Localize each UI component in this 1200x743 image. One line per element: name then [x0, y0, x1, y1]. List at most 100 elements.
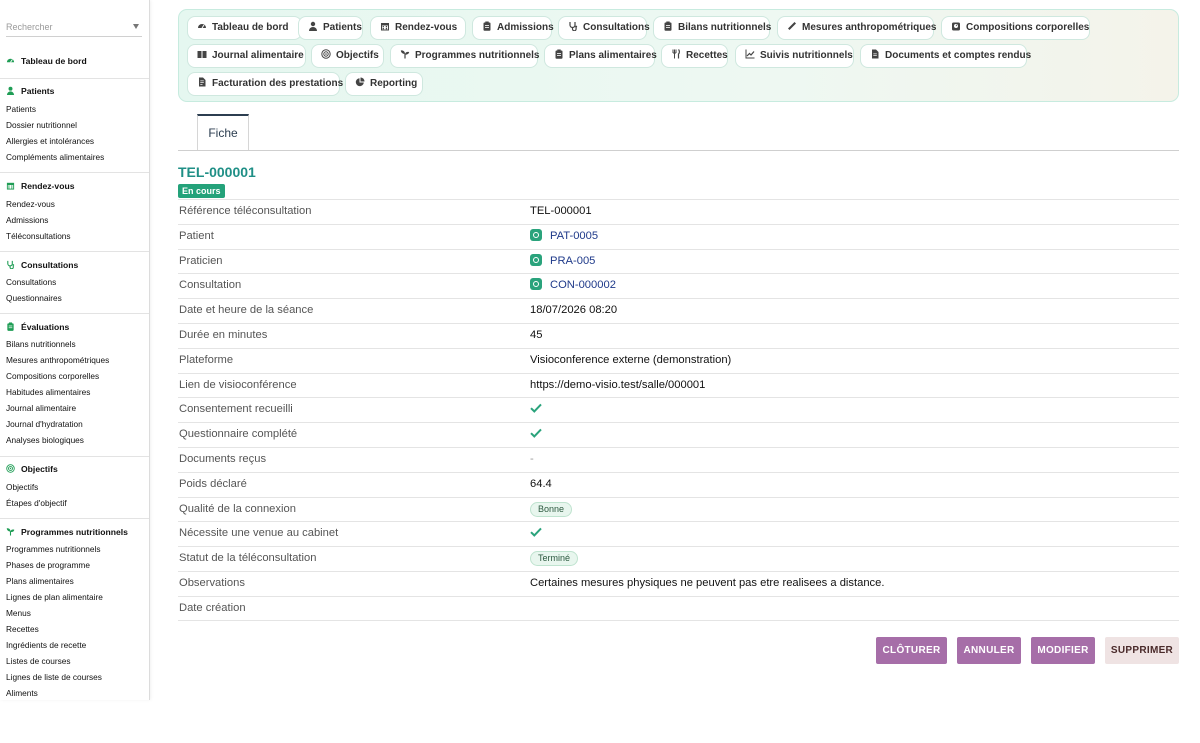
sidebar-item[interactable]: Aliments: [6, 687, 38, 699]
nav-pill-label: Journal alimentaire: [212, 50, 304, 61]
sidebar-item[interactable]: Listes de courses: [6, 655, 71, 667]
nav-pill-mesures-anthropom-triques[interactable]: Mesures anthropométriques: [777, 16, 936, 40]
sidebar-item[interactable]: Lignes de liste de courses: [6, 671, 102, 683]
field-link-text[interactable]: PRA-005: [550, 255, 595, 267]
sidebar-item[interactable]: Téléconsultations: [6, 230, 71, 242]
sidebar-item[interactable]: Mesures anthropométriques: [6, 354, 109, 366]
sidebar-item[interactable]: Questionnaires: [6, 292, 62, 304]
field-link[interactable]: PRA-005: [530, 250, 595, 273]
sidebar-divider: [0, 518, 149, 519]
field-value: Terminé: [530, 547, 579, 570]
field-row: Plateforme Visioconference externe (demon…: [178, 347, 1179, 373]
record-link-icon[interactable]: [530, 228, 542, 241]
sidebar-item[interactable]: Plans alimentaires: [6, 575, 74, 587]
sidebar-item[interactable]: Menus: [6, 607, 31, 619]
sidebar: Rechercher Tableau de bord Patients Patien…: [0, 0, 150, 700]
sidebar-item[interactable]: Patients: [6, 103, 36, 115]
sidebar-section-6[interactable]: Programmes nutritionnels: [6, 525, 128, 539]
nav-pill-plans-alimentaires[interactable]: Plans alimentaires: [544, 44, 657, 68]
sidebar-item[interactable]: Lignes de plan alimentaire: [6, 591, 103, 603]
sidebar-item[interactable]: Recettes: [6, 623, 39, 635]
sidebar-section-3[interactable]: Consultations: [6, 258, 78, 272]
sprout-icon: [400, 49, 410, 59]
nav-pill-recettes[interactable]: Recettes: [661, 44, 728, 68]
nav-pill-label: Patients: [323, 22, 362, 33]
field-row: Praticien PRA-005: [178, 248, 1179, 274]
close-record-button[interactable]: CLÔTURER: [876, 637, 947, 664]
sidebar-item[interactable]: Compositions corporelles: [6, 370, 99, 382]
field-row: Patient PAT-0005: [178, 223, 1179, 249]
search-input[interactable]: Rechercher: [6, 17, 142, 37]
sidebar-item[interactable]: Habitudes alimentaires: [6, 386, 90, 398]
field-value: [530, 522, 542, 545]
nav-pill-tableau-de-bord[interactable]: Tableau de bord: [187, 16, 302, 40]
record-link-icon[interactable]: [530, 278, 542, 291]
sidebar-item[interactable]: Journal d'hydratation: [6, 418, 83, 430]
sidebar-section-5[interactable]: Objectifs: [6, 462, 58, 476]
nav-pill-compositions-corporelles[interactable]: Compositions corporelles: [941, 16, 1090, 40]
sidebar-section-0[interactable]: Tableau de bord: [6, 54, 87, 68]
delete-record-button[interactable]: SUPPRIMER: [1105, 637, 1179, 664]
field-link[interactable]: PAT-0005: [530, 225, 598, 248]
nav-pill-consultations[interactable]: Consultations: [558, 16, 650, 40]
nav-pill-programmes-nutritionnels[interactable]: Programmes nutritionnels: [390, 44, 539, 68]
pie-chart-icon: [355, 77, 365, 87]
field-row: Statut de la téléconsultation Terminé: [178, 546, 1179, 571]
field-value: Visioconference externe (demonstration): [530, 353, 732, 366]
sidebar-item[interactable]: Journal alimentaire: [6, 402, 76, 414]
field-link[interactable]: CON-000002: [530, 274, 616, 297]
record-link-icon[interactable]: [530, 253, 542, 266]
field-label: Patient: [179, 229, 214, 242]
sidebar-item[interactable]: Bilans nutritionnels: [6, 338, 76, 350]
nav-pill-bilans-nutritionnels[interactable]: Bilans nutritionnels: [653, 16, 771, 40]
sidebar-item[interactable]: Programmes nutritionnels: [6, 543, 101, 555]
nav-pill-suivis-nutritionnels[interactable]: Suivis nutritionnels: [735, 44, 854, 68]
nav-pill-documents-et-comptes-rendus[interactable]: Documents et comptes rendus: [860, 44, 1031, 68]
sidebar-item[interactable]: Étapes d'objectif: [6, 497, 67, 509]
dashboard-icon: [6, 56, 15, 65]
sidebar-section-title: Objectifs: [21, 464, 58, 474]
nav-pill-label: Documents et comptes rendus: [885, 50, 1032, 61]
chart-line-icon: [745, 49, 755, 59]
cancel-record-button[interactable]: ANNULER: [957, 637, 1021, 664]
sidebar-section-1[interactable]: Patients: [6, 84, 54, 98]
sidebar-item[interactable]: Allergies et intolérances: [6, 135, 94, 147]
nav-pill-label: Objectifs: [336, 50, 379, 61]
field-value: -: [530, 448, 534, 471]
field-link-text[interactable]: PAT-0005: [550, 230, 598, 242]
tab-fiche[interactable]: Fiche: [197, 114, 249, 151]
stethoscope-icon: [6, 260, 15, 269]
field-row: Date et heure de la séance 18/07/2026 08:…: [178, 298, 1179, 323]
nav-pill-facturation-des-prestations[interactable]: Facturation des prestations: [187, 72, 344, 96]
sidebar-item[interactable]: Phases de programme: [6, 559, 90, 571]
field-label: Lien de visioconférence: [179, 378, 297, 391]
chevron-down-icon[interactable]: [133, 24, 139, 29]
field-label: Nécessite une venue au cabinet: [179, 527, 339, 540]
field-value: [530, 398, 542, 421]
nav-pill-journal-alimentaire[interactable]: Journal alimentaire: [187, 44, 306, 68]
field-label: Statut de la téléconsultation: [179, 552, 317, 565]
field-link-text[interactable]: CON-000002: [550, 279, 616, 291]
sidebar-item[interactable]: Objectifs: [6, 481, 38, 493]
sidebar-divider: [0, 78, 149, 79]
edit-record-button[interactable]: MODIFIER: [1031, 637, 1095, 664]
sidebar-item[interactable]: Compléments alimentaires: [6, 151, 104, 163]
sidebar-section-2[interactable]: Rendez-vous: [6, 179, 74, 193]
nav-pill-admissions[interactable]: Admissions: [472, 16, 554, 40]
nav-pill-rendez-vous[interactable]: Rendez-vous: [370, 16, 466, 40]
sidebar-item[interactable]: Dossier nutritionnel: [6, 119, 77, 131]
sidebar-item[interactable]: Rendez-vous: [6, 198, 55, 210]
nav-pill-objectifs[interactable]: Objectifs: [311, 44, 384, 68]
field-value: https://demo-visio.test/salle/000001: [530, 378, 706, 391]
sidebar-item[interactable]: Analyses biologiques: [6, 434, 84, 446]
nav-pill-label: Facturation des prestations: [212, 78, 344, 89]
nav-pill-reporting[interactable]: Reporting: [345, 72, 423, 96]
calendar-icon: [6, 181, 15, 190]
sidebar-section-4[interactable]: Évaluations: [6, 320, 69, 334]
sidebar-item[interactable]: Ingrédients de recette: [6, 639, 86, 651]
target-icon: [6, 464, 15, 473]
nav-pill-label: Plans alimentaires: [569, 50, 657, 61]
sidebar-item[interactable]: Admissions: [6, 214, 48, 226]
sidebar-item[interactable]: Consultations: [6, 276, 56, 288]
nav-pill-patients[interactable]: Patients: [298, 16, 363, 40]
